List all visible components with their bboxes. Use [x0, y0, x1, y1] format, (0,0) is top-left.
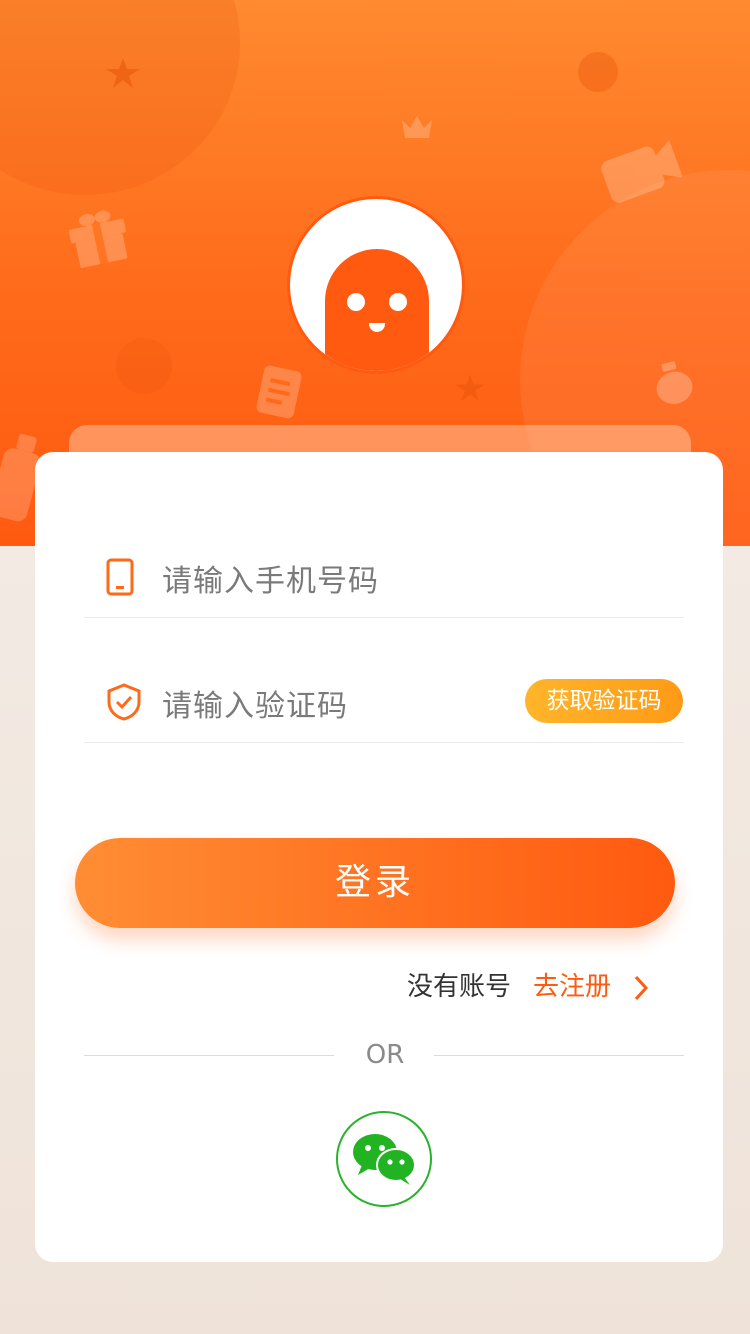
- mascot-icon: [325, 249, 429, 371]
- gift-icon: [68, 210, 128, 268]
- login-button[interactable]: 登录: [75, 838, 675, 928]
- avatar: [287, 196, 465, 374]
- divider-line: [434, 1055, 684, 1056]
- wechat-login-button[interactable]: [336, 1111, 432, 1207]
- code-input[interactable]: 请输入验证码: [162, 681, 348, 725]
- wechat-icon: [353, 1134, 416, 1185]
- get-code-button[interactable]: 获取验证码: [525, 679, 683, 723]
- chevron-right-icon[interactable]: [633, 975, 649, 1001]
- crown-icon: [402, 116, 432, 138]
- money-bag-icon: [656, 361, 693, 404]
- camera-icon: [601, 140, 682, 203]
- divider-line: [84, 1055, 334, 1056]
- document-icon: [256, 365, 302, 419]
- register-link[interactable]: 去注册: [533, 972, 611, 1002]
- star-icon: [455, 374, 485, 402]
- star-icon: [106, 58, 140, 88]
- or-divider-text: OR: [365, 1040, 405, 1070]
- shield-check-icon: [107, 683, 141, 721]
- phone-icon: [106, 558, 134, 596]
- decor-circle: [116, 338, 172, 394]
- no-account-label: 没有账号: [407, 972, 512, 1002]
- phone-field[interactable]: 请输入手机号码: [84, 528, 684, 618]
- login-card: 请输入手机号码 请输入验证码 获取验证码 登录 没有账号 去注册 OR: [35, 452, 723, 1262]
- phone-input[interactable]: 请输入手机号码: [162, 556, 379, 600]
- decor-circle: [578, 52, 618, 92]
- register-row: 没有账号 去注册: [407, 966, 649, 1006]
- code-field[interactable]: 请输入验证码 获取验证码: [84, 653, 684, 743]
- decor-circle: [0, 0, 240, 195]
